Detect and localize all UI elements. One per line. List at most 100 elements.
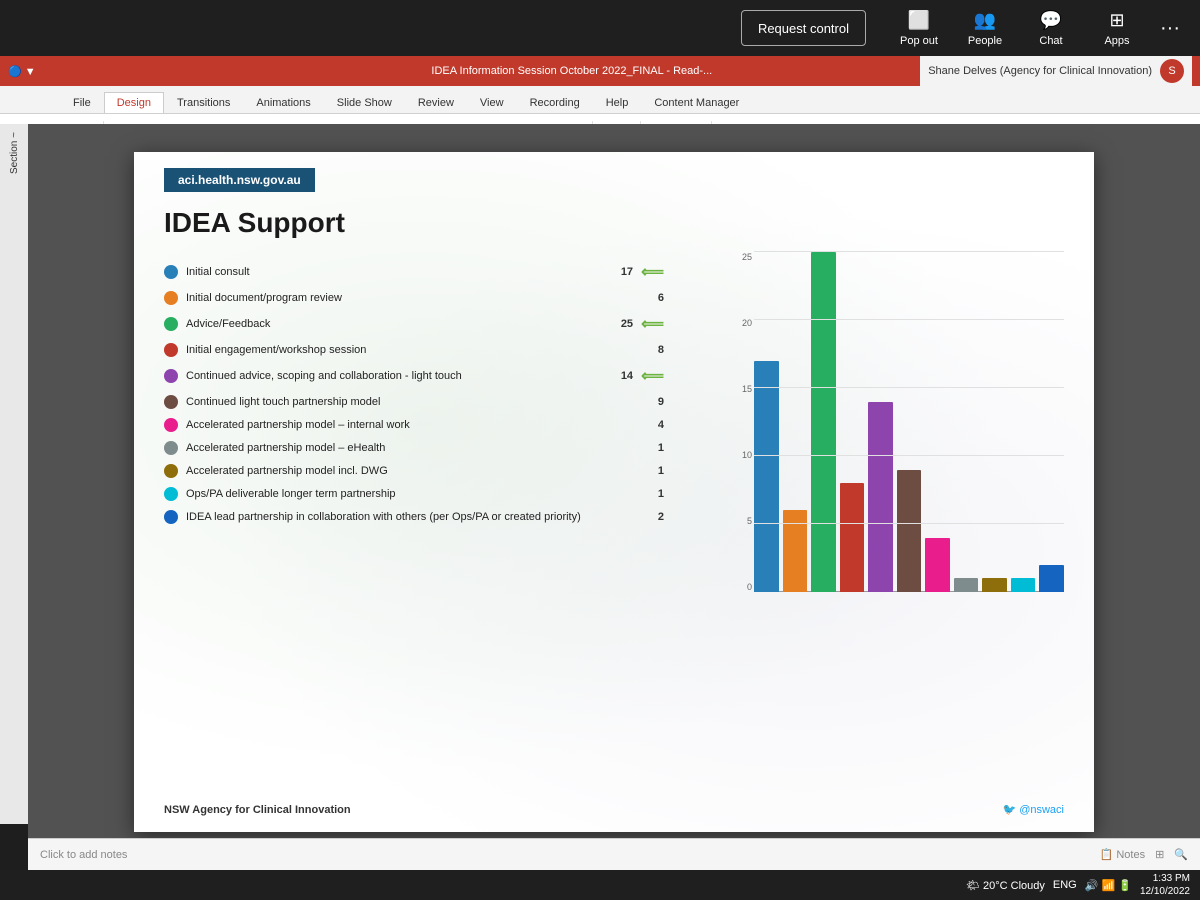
clock: 1:33 PM 12/10/2022 <box>1140 872 1190 898</box>
legend-label: Accelerated partnership model – eHealth <box>186 442 636 454</box>
y-gridline <box>754 251 1064 252</box>
legend-item: Initial consult 17 ⟸ <box>164 262 664 282</box>
chart-bars <box>754 252 1064 592</box>
notes-bar: Click to add notes 📋 Notes ⊞ 🔍 <box>28 838 1200 870</box>
legend-label: Continued light touch partnership model <box>186 396 636 408</box>
y-gridline <box>754 455 1064 456</box>
legend-label: Initial consult <box>186 266 605 278</box>
taskbar-icons: 🔊 📶 🔋 <box>1085 879 1132 892</box>
legend-label: Initial engagement/workshop session <box>186 344 636 356</box>
legend-item: Continued light touch partnership model 9 <box>164 395 664 409</box>
legend-item: Initial document/program review6 <box>164 291 664 305</box>
user-name: Shane Delves (Agency for Clinical Innova… <box>928 65 1152 77</box>
bar-chart: 0 5 10 15 20 25 <box>734 242 1074 622</box>
zoom-button[interactable]: 🔍 <box>1174 848 1188 861</box>
slide-header-bar: aci.health.nsw.gov.au <box>164 168 315 192</box>
legend-label: Accelerated partnership model incl. DWG <box>186 465 636 477</box>
tab-help[interactable]: Help <box>593 92 642 113</box>
chart-inner: 0 5 10 15 20 25 <box>734 242 1074 622</box>
tab-animations[interactable]: Animations <box>243 92 323 113</box>
legend-dot <box>164 487 178 501</box>
legend-item: Ops/PA deliverable longer term partnersh… <box>164 487 664 501</box>
y-gridline <box>754 523 1064 524</box>
user-avatar: S <box>1160 59 1184 83</box>
chart-bar <box>840 483 865 592</box>
legend-value: 25 <box>613 318 633 330</box>
section-label[interactable]: Section ~ <box>7 128 22 178</box>
tab-design[interactable]: Design <box>104 92 164 113</box>
view-toggle-button[interactable]: ⊞ <box>1155 848 1164 861</box>
legend-item: Continued advice, scoping and collaborat… <box>164 366 664 386</box>
chat-button[interactable]: 💬 Chat <box>1018 0 1084 56</box>
slide-area: aci.health.nsw.gov.au IDEA Support Initi… <box>28 124 1200 860</box>
tab-review[interactable]: Review <box>405 92 467 113</box>
tab-content-manager[interactable]: Content Manager <box>641 92 752 113</box>
pop-out-icon: ⬜ <box>908 10 930 31</box>
chart-bar <box>754 361 779 592</box>
chart-bar <box>897 470 922 592</box>
status-bar: 🌤 20°C Cloudy ENG 🔊 📶 🔋 1:33 PM 12/10/20… <box>0 870 1200 900</box>
tab-slideshow[interactable]: Slide Show <box>324 92 405 113</box>
y-gridline <box>754 319 1064 320</box>
legend-item: Advice/Feedback25⟸ <box>164 314 664 334</box>
legend-dot <box>164 464 178 478</box>
tab-view[interactable]: View <box>467 92 517 113</box>
legend-value: 8 <box>644 344 664 356</box>
legend-dot <box>164 441 178 455</box>
legend-label: Initial document/program review <box>186 292 636 304</box>
legend-dot <box>164 395 178 409</box>
legend-label: Accelerated partnership model – internal… <box>186 419 636 431</box>
legend-value: 2 <box>644 511 664 523</box>
legend-item: IDEA lead partnership in collaboration w… <box>164 510 664 524</box>
legend-item: Initial engagement/workshop session 8 <box>164 343 664 357</box>
chat-icon: 💬 <box>1040 10 1062 31</box>
legend-dot <box>164 317 178 331</box>
legend-label: IDEA lead partnership in collaboration w… <box>186 511 636 523</box>
people-icon: 👥 <box>974 10 996 31</box>
legend-value: 14 <box>613 370 633 382</box>
legend-value: 9 <box>644 396 664 408</box>
legend-dot <box>164 369 178 383</box>
legend-dot <box>164 291 178 305</box>
notes-button[interactable]: 📋 Notes <box>1100 848 1146 861</box>
legend-item: Accelerated partnership model incl. DWG 1 <box>164 464 664 478</box>
legend-value: 17 <box>613 266 633 278</box>
chart-bar <box>925 538 950 592</box>
legend-item: Accelerated partnership model – internal… <box>164 418 664 432</box>
chart-bar <box>1011 578 1036 592</box>
legend-value: 4 <box>644 419 664 431</box>
tab-file[interactable]: File <box>60 92 104 113</box>
legend-dot <box>164 265 178 279</box>
legend-label: Continued advice, scoping and collaborat… <box>186 370 605 382</box>
chart-bar <box>811 252 836 592</box>
ppt-controls-left: 🔵 ▼ <box>8 65 36 78</box>
legend-value: 1 <box>644 465 664 477</box>
legend-dot <box>164 510 178 524</box>
top-bar: Request control ⬜ Pop out 👥 People 💬 Cha… <box>0 0 1200 56</box>
legend-label: Advice/Feedback <box>186 318 605 330</box>
slide-footer: NSW Agency for Clinical Innovation <box>164 804 351 816</box>
notes-placeholder[interactable]: Click to add notes <box>40 849 127 861</box>
legend-arrow: ⟸ <box>641 366 664 386</box>
user-info: Shane Delves (Agency for Clinical Innova… <box>920 56 1192 86</box>
legend-dot <box>164 418 178 432</box>
chart-yaxis: 0 5 10 15 20 25 <box>734 252 752 592</box>
legend-value: 1 <box>644 442 664 454</box>
request-control-button[interactable]: Request control <box>741 10 866 46</box>
legend-list: Initial consult 17 ⟸ Initial document/progr… <box>164 262 664 533</box>
legend-arrow: ⟸ <box>641 262 664 282</box>
apps-button[interactable]: ⊞ Apps <box>1084 0 1150 56</box>
language-text: ENG <box>1053 879 1077 891</box>
more-button[interactable]: ··· <box>1150 17 1190 40</box>
pop-out-button[interactable]: ⬜ Pop out <box>886 0 952 56</box>
left-panel: Section ~ <box>0 124 28 824</box>
slide-twitter: 🐦 @nswaci <box>1002 803 1064 816</box>
people-button[interactable]: 👥 People <box>952 0 1018 56</box>
legend-dot <box>164 343 178 357</box>
chart-bar <box>868 402 893 592</box>
y-gridline <box>754 387 1064 388</box>
tab-recording[interactable]: Recording <box>517 92 593 113</box>
tab-transitions[interactable]: Transitions <box>164 92 243 113</box>
apps-icon: ⊞ <box>1109 10 1124 31</box>
ribbon-tabs: File Design Transitions Animations Slide… <box>0 86 1200 114</box>
